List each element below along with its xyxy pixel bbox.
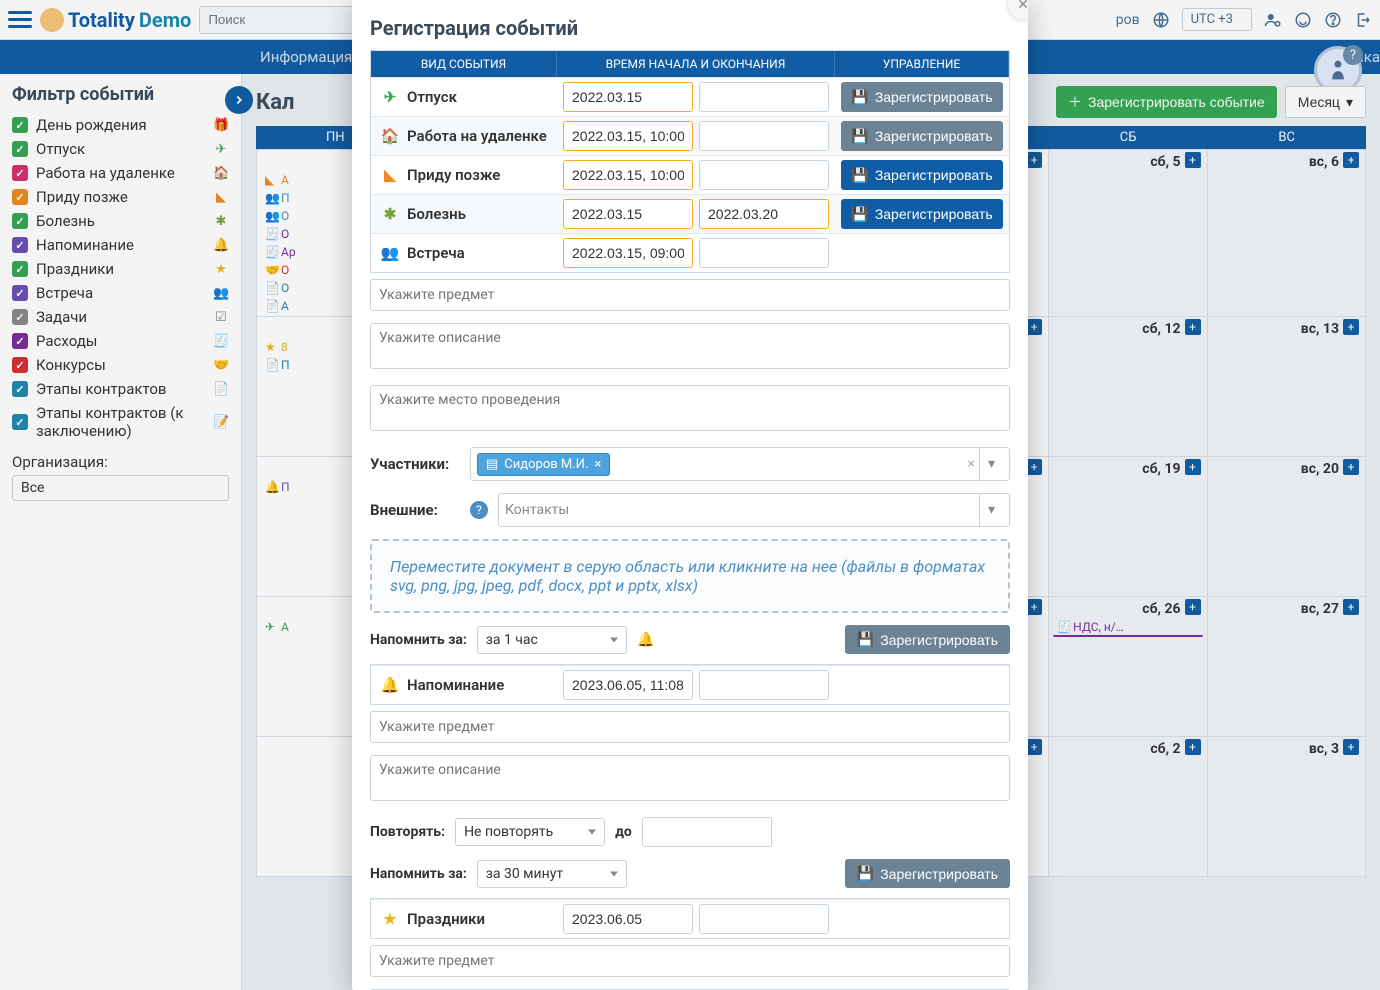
- event-row: 👥 Встреча: [371, 233, 1009, 272]
- event-start-input[interactable]: [563, 160, 693, 190]
- event-type-label: Встреча: [407, 244, 465, 262]
- register-row-button[interactable]: 💾Зарегистрировать: [841, 82, 1003, 112]
- event-end-input[interactable]: [699, 160, 829, 190]
- event-type-label: Приду позже: [407, 166, 500, 184]
- participants-label: Участники:: [370, 455, 460, 473]
- event-start-input[interactable]: [563, 199, 693, 229]
- remind-select-2[interactable]: за 30 минут: [477, 860, 627, 888]
- save-icon: 💾: [857, 631, 874, 648]
- reminder-desc-input[interactable]: [370, 755, 1010, 801]
- event-start-input[interactable]: [563, 238, 693, 268]
- event-end-input[interactable]: [699, 121, 829, 151]
- event-type-icon: 👥: [381, 244, 399, 262]
- participants-select[interactable]: ▤ Сидоров М.И. × × ▾: [470, 447, 1010, 481]
- holiday-end-input[interactable]: [699, 904, 829, 934]
- external-contacts-select[interactable]: Контакты ▾: [498, 493, 1010, 527]
- event-row: ✱ Болезнь 💾Зарегистрировать: [371, 194, 1009, 233]
- register-row-button[interactable]: 💾Зарегистрировать: [841, 160, 1003, 190]
- save-icon: 💾: [851, 206, 868, 223]
- holiday-start-input[interactable]: [563, 904, 693, 934]
- event-type-icon: ✈: [381, 88, 399, 106]
- file-dropzone[interactable]: Переместите документ в серую область или…: [370, 539, 1010, 613]
- chevron-down-icon[interactable]: ▾: [979, 494, 1003, 526]
- holiday-subject-input[interactable]: [370, 945, 1010, 977]
- star-icon: ★: [381, 910, 399, 928]
- event-type-label: Болезнь: [407, 205, 466, 223]
- save-icon: 💾: [857, 865, 874, 882]
- event-row: ✈ Отпуск 💾Зарегистрировать: [371, 77, 1009, 116]
- event-type-label: Отпуск: [407, 88, 457, 106]
- save-icon: 💾: [851, 89, 868, 106]
- repeat-until-input[interactable]: [642, 817, 772, 847]
- person-card-icon: ▤: [486, 457, 498, 472]
- events-table-head: ВИД СОБЫТИЯ ВРЕМЯ НАЧАЛА И ОКОНЧАНИЯ УПР…: [371, 51, 1009, 77]
- event-end-input[interactable]: [699, 199, 829, 229]
- clear-icon[interactable]: ×: [968, 456, 975, 472]
- event-start-input[interactable]: [563, 82, 693, 112]
- repeat-label: Повторять:: [370, 824, 445, 840]
- register-events-modal: ✕ Регистрация событий ВИД СОБЫТИЯ ВРЕМЯ …: [352, 0, 1028, 990]
- bell-icon[interactable]: 🔔: [637, 631, 655, 649]
- description-input[interactable]: [370, 323, 1010, 369]
- modal-title: Регистрация событий: [352, 16, 1028, 50]
- bell-icon: 🔔: [381, 676, 399, 694]
- event-type-icon: ✱: [381, 205, 399, 223]
- participant-tag[interactable]: ▤ Сидоров М.И. ×: [477, 453, 610, 476]
- remove-icon[interactable]: ×: [594, 457, 601, 472]
- event-type-icon: ◣: [381, 166, 399, 184]
- repeat-select[interactable]: Не повторять: [455, 818, 605, 846]
- remind-label-2: Напомнить за:: [370, 866, 467, 882]
- subject-input[interactable]: [370, 279, 1010, 311]
- events-table: ВИД СОБЫТИЯ ВРЕМЯ НАЧАЛА И ОКОНЧАНИЯ УПР…: [370, 50, 1010, 273]
- until-label: до: [615, 824, 632, 840]
- reminder-end-input[interactable]: [699, 670, 829, 700]
- event-start-input[interactable]: [563, 121, 693, 151]
- event-end-input[interactable]: [699, 82, 829, 112]
- reminder-start-input[interactable]: [563, 670, 693, 700]
- save-icon: 💾: [851, 128, 868, 145]
- event-type-icon: 🏠: [381, 127, 399, 145]
- event-row: ◣ Приду позже 💾Зарегистрировать: [371, 155, 1009, 194]
- chevron-down-icon[interactable]: ▾: [979, 448, 1003, 480]
- event-row: 🏠 Работа на удаленке 💾Зарегистрировать: [371, 116, 1009, 155]
- event-end-input[interactable]: [699, 238, 829, 268]
- register-row-button[interactable]: 💾Зарегистрировать: [841, 199, 1003, 229]
- external-label: Внешние:: [370, 501, 460, 519]
- remind-select[interactable]: за 1 час: [477, 626, 627, 654]
- event-type-label: Работа на удаленке: [407, 127, 547, 145]
- help-icon[interactable]: ?: [470, 501, 488, 519]
- reminder-subject-input[interactable]: [370, 711, 1010, 743]
- register-button[interactable]: 💾Зарегистрировать: [845, 625, 1010, 654]
- remind-label: Напомнить за:: [370, 632, 467, 648]
- location-input[interactable]: [370, 385, 1010, 431]
- save-icon: 💾: [851, 167, 868, 184]
- register-row-button[interactable]: 💾Зарегистрировать: [841, 121, 1003, 151]
- register-button-2[interactable]: 💾Зарегистрировать: [845, 859, 1010, 888]
